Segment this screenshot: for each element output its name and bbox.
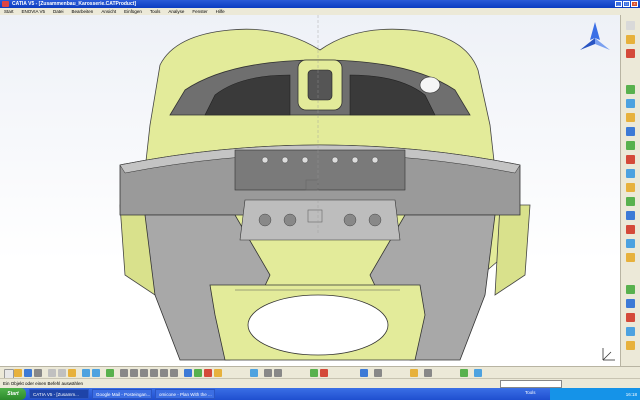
menu-tools[interactable]: Tools [150,9,161,14]
normal-view-icon[interactable] [170,369,178,377]
fly-mode-icon[interactable] [106,369,114,377]
clock: 16:18 [625,391,637,397]
snap-icon[interactable] [626,155,635,164]
insert-component-icon[interactable] [626,85,635,94]
undo-icon[interactable] [82,369,90,377]
product-icon[interactable] [626,35,635,44]
menu-ansicht[interactable]: Ansicht [101,9,116,14]
publish-icon[interactable] [410,369,418,377]
analysis-icon[interactable] [626,327,635,336]
menu-einfuegen[interactable]: Einfügen [124,9,142,14]
measure-between-icon[interactable] [264,369,272,377]
menu-bar: Start ENOVIA V5 Datei Bearbeiten Ansicht… [0,8,640,15]
render-icon[interactable] [474,369,482,377]
measure-item-icon[interactable] [274,369,282,377]
window-controls: _ □ × [615,1,638,7]
pan-icon[interactable] [130,369,138,377]
copy-icon[interactable] [58,369,66,377]
status-bar: Ein Objekt oder einen Befehl auswählen [0,378,640,388]
menu-enovia[interactable]: ENOVIA V5 [22,9,46,14]
contact-icon[interactable] [626,225,635,234]
rotate-icon[interactable] [140,369,148,377]
cut-icon[interactable] [48,369,56,377]
explode-icon[interactable] [626,169,635,178]
paste-icon[interactable] [68,369,76,377]
measure-icon[interactable] [626,299,635,308]
maximize-button[interactable]: □ [623,1,630,7]
zoom-out-icon[interactable] [160,369,168,377]
zoom-in-icon[interactable] [150,369,158,377]
menu-analyse[interactable]: Analyse [168,9,184,14]
properties-icon[interactable] [250,369,258,377]
toolbar-sep-icon [626,21,635,30]
apply-material-icon[interactable] [310,369,318,377]
task-google-mail[interactable]: Google Mail - Posteingan... [92,389,152,399]
save-icon[interactable] [24,369,32,377]
manipulate-icon[interactable] [626,141,635,150]
fix-icon[interactable] [626,211,635,220]
right-toolbar [620,15,640,366]
task-catia[interactable]: CATIA V5 - [Zusamm... [29,389,89,399]
catalog-browser-icon[interactable] [360,369,368,377]
offset-icon[interactable] [626,239,635,248]
3d-viewport[interactable] [0,15,620,366]
layer-icon[interactable] [424,369,432,377]
iso-view-icon[interactable] [184,369,192,377]
constraint-icon[interactable] [626,197,635,206]
compass-icon[interactable] [575,20,615,60]
start-button[interactable]: Start [0,388,26,400]
redo-icon[interactable] [92,369,100,377]
menu-start[interactable]: Start [4,9,14,14]
menu-datei[interactable]: Datei [53,9,64,14]
car-body-model [119,15,531,361]
fit-all-icon[interactable] [120,369,128,377]
window-title: CATIA V5 - [Zusammenbau_Karosserie.CATPr… [12,1,137,7]
menu-hilfe[interactable]: Hilfe [216,9,225,14]
shading-icon[interactable] [194,369,202,377]
windows-taskbar: Start CATIA V5 - [Zusamm... Google Mail … [0,388,640,400]
graph-tree-icon[interactable] [626,127,635,136]
minimize-button[interactable]: _ [615,1,622,7]
tools-icon[interactable] [374,369,382,377]
close-button[interactable]: × [631,1,638,7]
swap-space-icon[interactable] [214,369,222,377]
existing-component-icon[interactable] [626,99,635,108]
status-message: Ein Objekt oder einen Befehl auswählen [3,381,84,386]
task-omicone[interactable]: omicone - Plan With the ... [155,389,215,399]
window-titlebar: CATIA V5 - [Zusammenbau_Karosserie.CATPr… [0,0,640,8]
part-icon[interactable] [626,49,635,58]
language-indicator: Tools [525,390,536,395]
print-icon[interactable] [34,369,42,377]
command-input[interactable] [500,380,562,388]
section-icon[interactable] [626,313,635,322]
scene-icon[interactable] [460,369,468,377]
system-tray: 16:18 [550,388,640,400]
axis-triad-icon [602,348,615,361]
update-icon[interactable] [626,285,635,294]
hide-show-icon[interactable] [204,369,212,377]
catia-app-icon [2,1,9,7]
open-folder-icon[interactable] [14,369,22,377]
menu-bearbeiten[interactable]: Bearbeiten [72,9,94,14]
knowledge-icon[interactable] [320,369,328,377]
replace-component-icon[interactable] [626,113,635,122]
catalog-icon[interactable] [626,341,635,350]
menu-fenster[interactable]: Fenster [192,9,207,14]
angle-icon[interactable] [626,253,635,262]
clash-icon[interactable] [626,183,635,192]
